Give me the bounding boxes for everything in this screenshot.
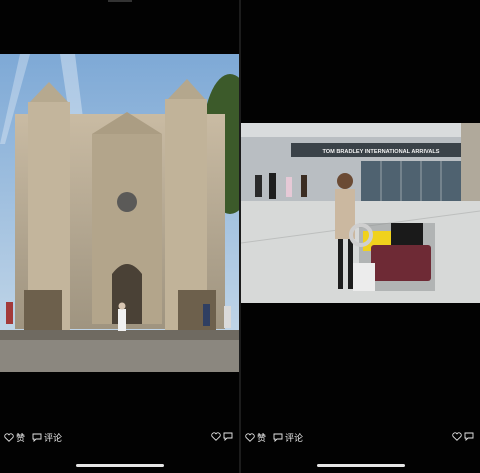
cathedral-facade-photo[interactable] <box>0 54 239 372</box>
comment-bubble-icon[interactable] <box>464 432 474 441</box>
terminal-sign-text: TOM BRADLEY INTERNATIONAL ARRIVALS <box>322 149 439 155</box>
home-indicator[interactable] <box>75 464 164 467</box>
heart-outline-icon[interactable] <box>211 432 221 441</box>
right-feed-panel: TOM BRADLEY INTERNATIONAL ARRIVALS 赞 评论 <box>241 0 480 473</box>
comment-button[interactable]: 评论 <box>273 431 303 444</box>
right-post-action-bar: 赞 评论 <box>241 431 480 447</box>
heart-outline-icon[interactable] <box>452 432 462 441</box>
comment-button[interactable]: 评论 <box>32 431 62 444</box>
quick-actions <box>452 432 474 441</box>
comment-label: 评论 <box>285 434 304 444</box>
heart-outline-icon <box>4 433 14 442</box>
like-label: 赞 <box>257 434 267 444</box>
like-button[interactable]: 赞 <box>245 431 266 444</box>
camera-notch <box>108 0 132 2</box>
comment-bubble-icon[interactable] <box>223 432 233 441</box>
quick-actions <box>211 432 233 441</box>
left-post-action-bar: 赞 评论 <box>0 431 239 447</box>
heart-outline-icon <box>245 433 255 442</box>
comment-label: 评论 <box>44 434 63 444</box>
left-feed-panel: 赞 评论 <box>0 0 239 473</box>
airport-arrivals-photo[interactable]: TOM BRADLEY INTERNATIONAL ARRIVALS <box>241 123 480 303</box>
like-button[interactable]: 赞 <box>4 431 25 444</box>
comment-bubble-icon <box>273 433 283 442</box>
comment-bubble-icon <box>32 433 42 442</box>
like-label: 赞 <box>16 434 26 444</box>
home-indicator[interactable] <box>316 464 405 467</box>
